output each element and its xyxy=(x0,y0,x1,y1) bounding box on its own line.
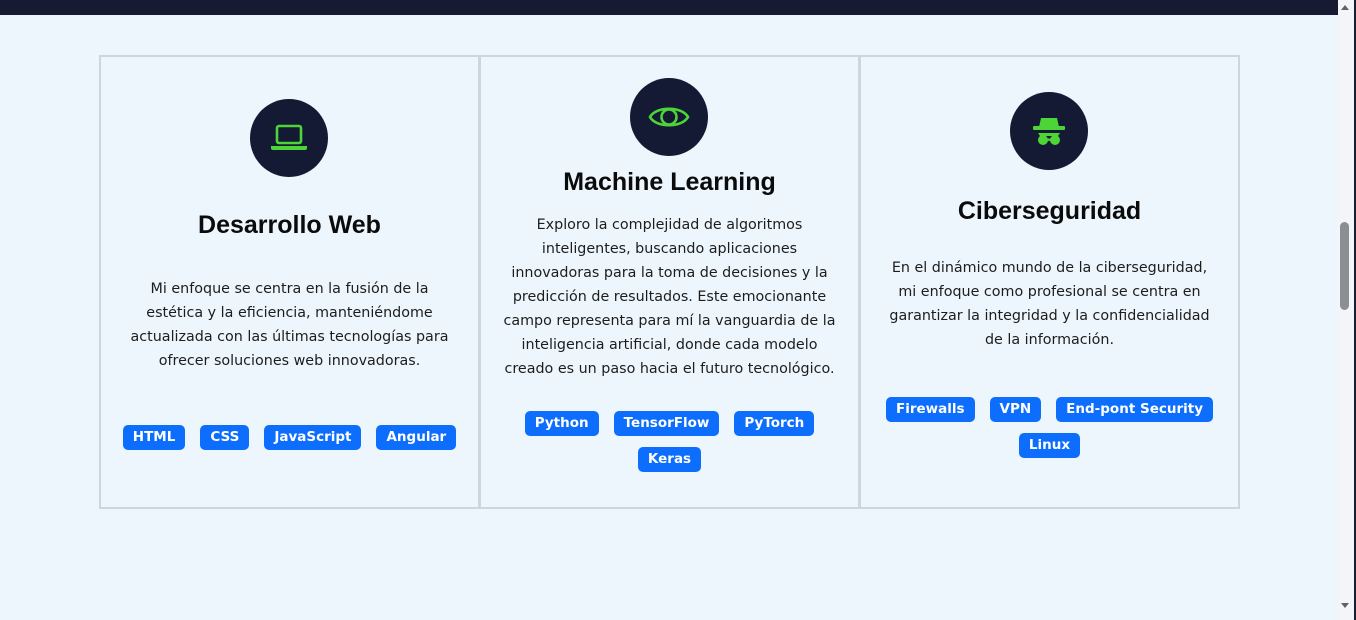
eye-icon xyxy=(630,78,708,156)
card-title: Ciberseguridad xyxy=(957,197,1142,225)
tag-html: HTML xyxy=(122,425,186,450)
tag-css: CSS xyxy=(200,425,250,450)
tag-list: Python TensorFlow PyTorch Keras xyxy=(495,411,844,472)
scroll-up-arrow-icon[interactable] xyxy=(1341,5,1349,10)
laptop-icon xyxy=(250,99,328,177)
scroll-down-arrow-icon[interactable] xyxy=(1341,603,1349,608)
tag-javascript: JavaScript xyxy=(264,425,362,450)
tag-keras: Keras xyxy=(637,447,702,472)
vertical-scrollbar[interactable] xyxy=(1338,0,1354,620)
tag-endpoint-security: End-pont Security xyxy=(1056,397,1214,422)
tag-tensorflow: TensorFlow xyxy=(613,411,720,436)
tag-list: Firewalls VPN End-pont Security Linux xyxy=(875,397,1224,458)
page-viewport: Desarrollo Web Mi enfoque se centra en l… xyxy=(0,0,1356,620)
tag-firewalls: Firewalls xyxy=(885,397,975,422)
tag-pytorch: PyTorch xyxy=(734,411,815,436)
scrollbar-thumb[interactable] xyxy=(1340,222,1349,310)
card-description: Exploro la complejidad de algoritmos int… xyxy=(503,217,836,377)
service-card-web: Desarrollo Web Mi enfoque se centra en l… xyxy=(99,55,480,509)
card-description: Mi enfoque se centra en la fusión de la … xyxy=(130,281,449,369)
card-title: Machine Learning xyxy=(563,168,776,196)
card-description: En el dinámico mundo de la cibersegurida… xyxy=(889,260,1210,348)
service-card-security: Ciberseguridad En el dinámico mundo de l… xyxy=(859,55,1240,509)
card-title: Desarrollo Web xyxy=(198,211,381,239)
user-secret-icon xyxy=(1010,92,1088,170)
tag-list: HTML CSS JavaScript Angular xyxy=(115,425,464,450)
tag-angular: Angular xyxy=(376,425,457,450)
tag-vpn: VPN xyxy=(989,397,1042,422)
top-navbar-edge xyxy=(0,0,1338,15)
tag-linux: Linux xyxy=(1018,433,1081,458)
service-card-ml: Machine Learning Exploro la complejidad … xyxy=(479,55,860,509)
tag-python: Python xyxy=(524,411,599,436)
